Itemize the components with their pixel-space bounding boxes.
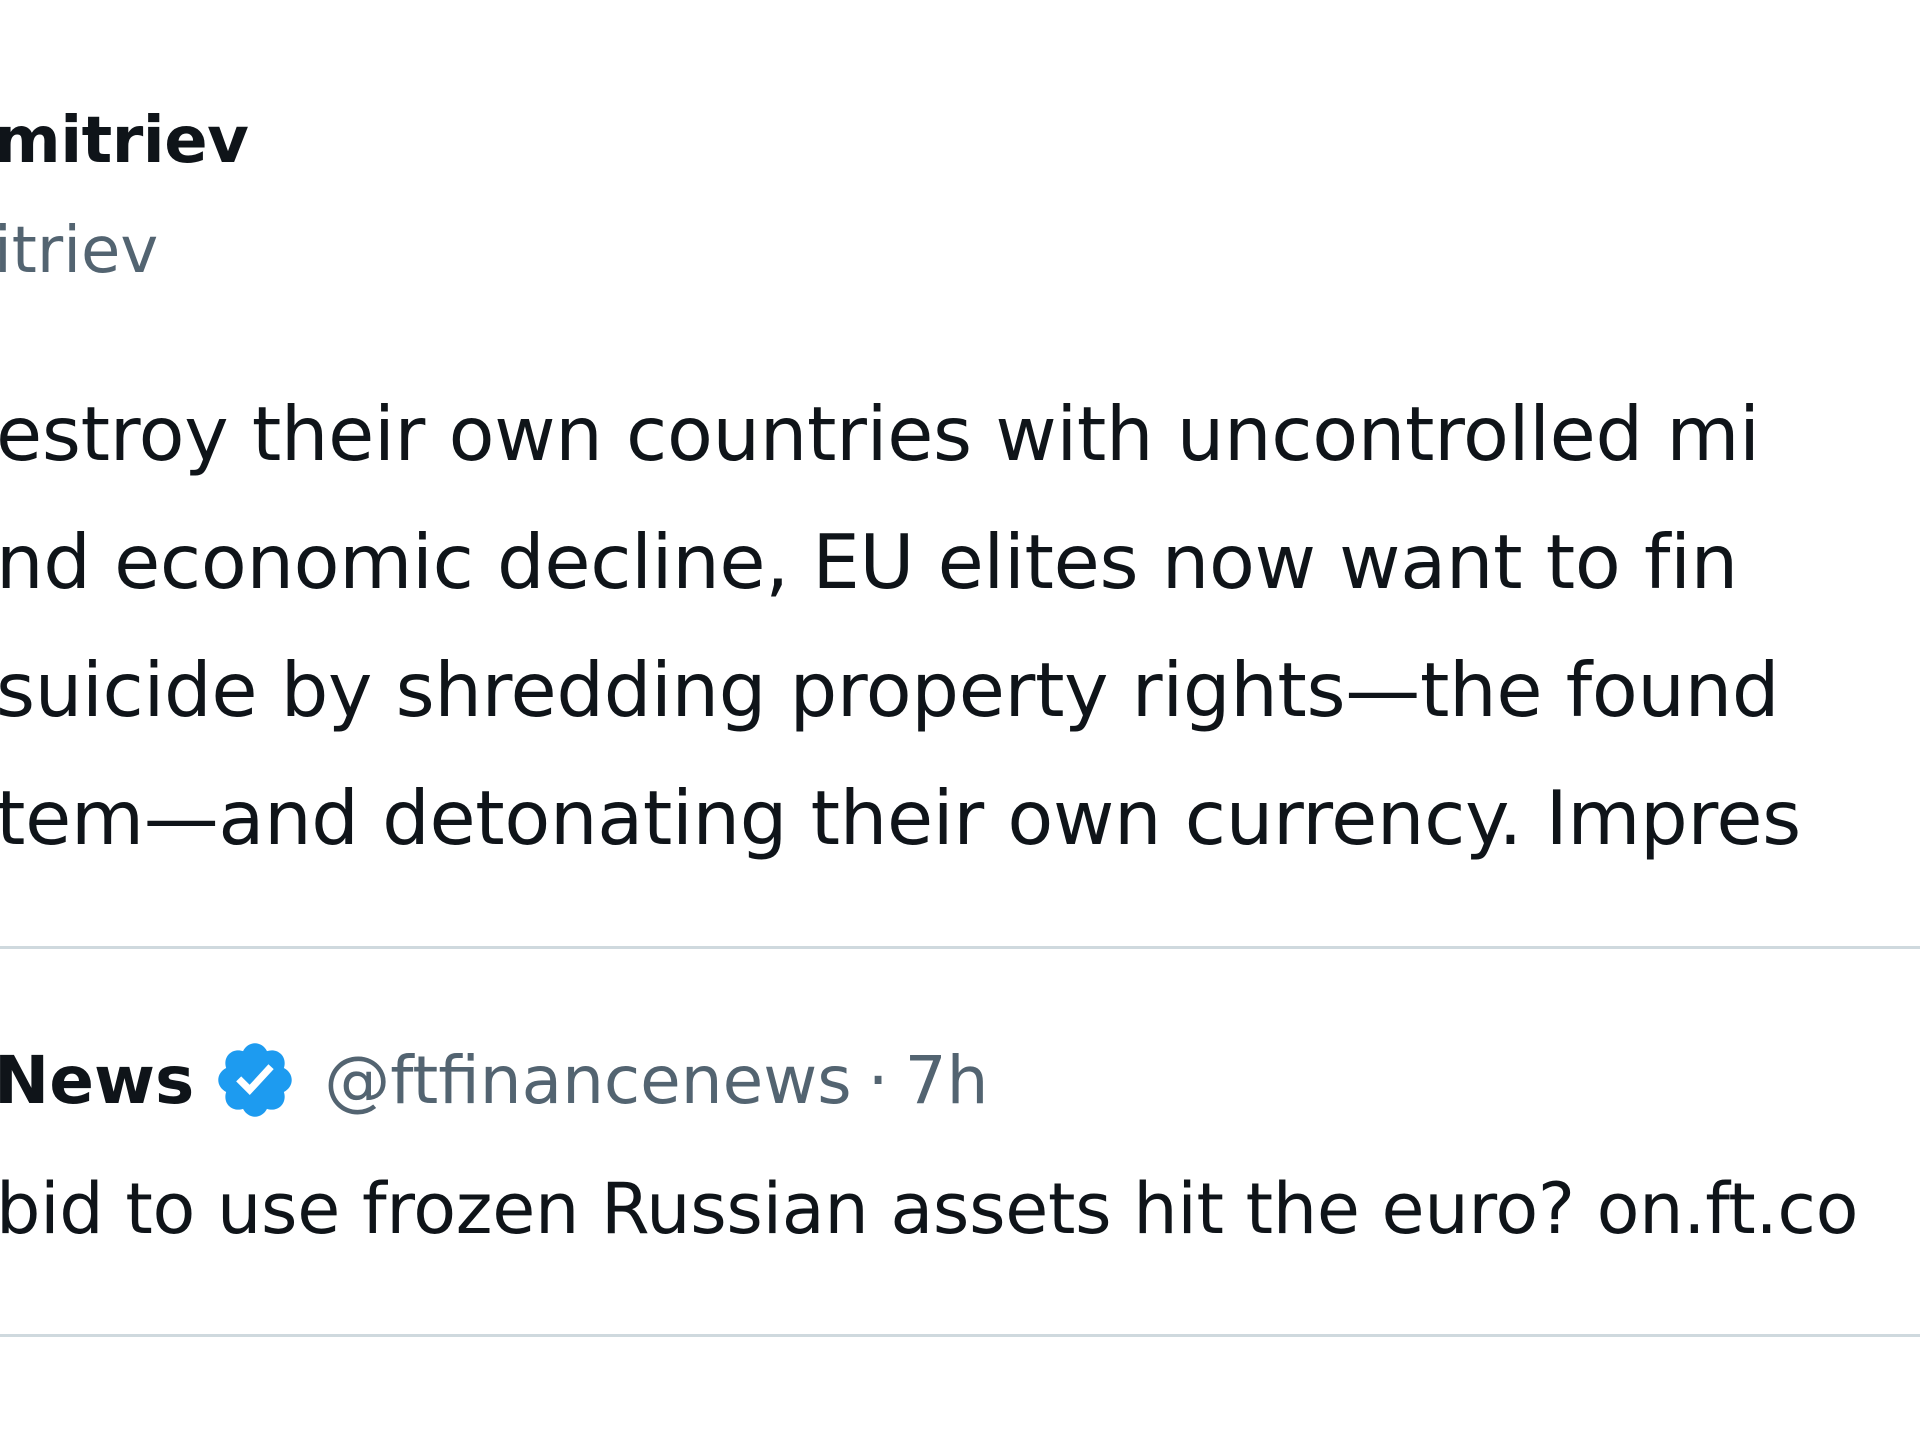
author-handle[interactable]: itriev	[0, 214, 158, 288]
tweet-text-line: suicide by shredding property rights—the…	[0, 646, 1780, 734]
verified-badge-icon	[212, 1037, 298, 1123]
quoted-timestamp[interactable]: 7h	[905, 1042, 989, 1119]
quoted-tweet-text: bid to use frozen Russian assets hit the…	[0, 1168, 1859, 1250]
quoted-tweet-header: News @ftfinancenews · 7h	[0, 1040, 988, 1120]
quoted-author-handle[interactable]: @ftfinancenews	[324, 1042, 851, 1119]
quoted-author-name[interactable]: News	[0, 1042, 194, 1119]
quote-card-top-border	[0, 946, 1920, 949]
tweet-text-line: estroy their own countries with uncontro…	[0, 390, 1760, 478]
tweet-text-line: nd economic decline, EU elites now want …	[0, 518, 1738, 606]
tweet-text-line: tem—and detonating their own currency. I…	[0, 774, 1801, 862]
quote-card-bottom-border	[0, 1334, 1920, 1337]
author-name[interactable]: mitriev	[0, 104, 249, 178]
separator-dot: ·	[867, 1041, 889, 1119]
